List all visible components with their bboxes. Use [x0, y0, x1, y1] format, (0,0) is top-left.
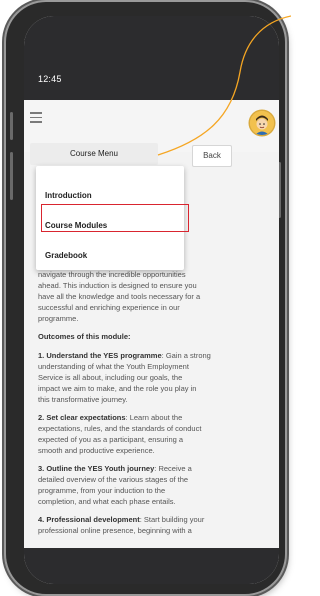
phone-frame: 12:45 I ( l — [6, 2, 285, 594]
menu-item-introduction[interactable]: Introduction — [45, 191, 92, 200]
volume-up-button — [10, 112, 13, 140]
outcomes-heading: Outcomes of this module: — [38, 332, 131, 341]
course-menu-button[interactable]: Course Menu — [30, 143, 158, 165]
intro-line: ahead. This induction is designed to ens… — [38, 281, 197, 290]
outcome-line: this transformative journey. — [38, 395, 128, 404]
outcome-line: Service is all about, including our goal… — [38, 373, 183, 382]
phone-screen: 12:45 I ( l — [24, 16, 279, 584]
outcome-line: smooth and productive experience. — [38, 446, 155, 455]
volume-down-button — [10, 152, 13, 200]
outcome-line: understanding of what the Youth Employme… — [38, 362, 189, 371]
back-button[interactable]: Back — [192, 145, 232, 167]
outcome-line: completion, and what each phase entails. — [38, 497, 176, 506]
outcome-item-4: 4. Professional development: Start build… — [38, 515, 205, 524]
intro-line: navigate through the incredible opportun… — [38, 270, 186, 279]
outcome-item-2: 2. Set clear expectations: Learn about t… — [38, 413, 183, 422]
outcome-line: professional online presence, beginning … — [38, 526, 192, 535]
outcome-item-1: 1. Understand the YES programme: Gain a … — [38, 351, 211, 360]
bottom-bar — [24, 548, 279, 584]
course-content: I ( l navigate through the incredible op… — [24, 16, 279, 584]
outcome-line: detailed overview of the various stages … — [38, 475, 189, 484]
outcome-line: expectations, rules, and the standards o… — [38, 424, 202, 433]
menu-item-gradebook[interactable]: Gradebook — [45, 251, 87, 260]
outcome-line: programme, from your induction to the — [38, 486, 166, 495]
intro-line: have all the knowledge and tools necessa… — [38, 292, 201, 301]
intro-line: programme. — [38, 314, 79, 323]
intro-line: successful and enriching experience in o… — [38, 303, 180, 312]
outcome-line: expected of you as a participant, ensuri… — [38, 435, 184, 444]
outcome-line: impact we aim to make, and the role you … — [38, 384, 197, 393]
highlight-box — [41, 204, 189, 232]
outcome-item-3: 3. Outline the YES Youth journey: Receiv… — [38, 464, 192, 473]
